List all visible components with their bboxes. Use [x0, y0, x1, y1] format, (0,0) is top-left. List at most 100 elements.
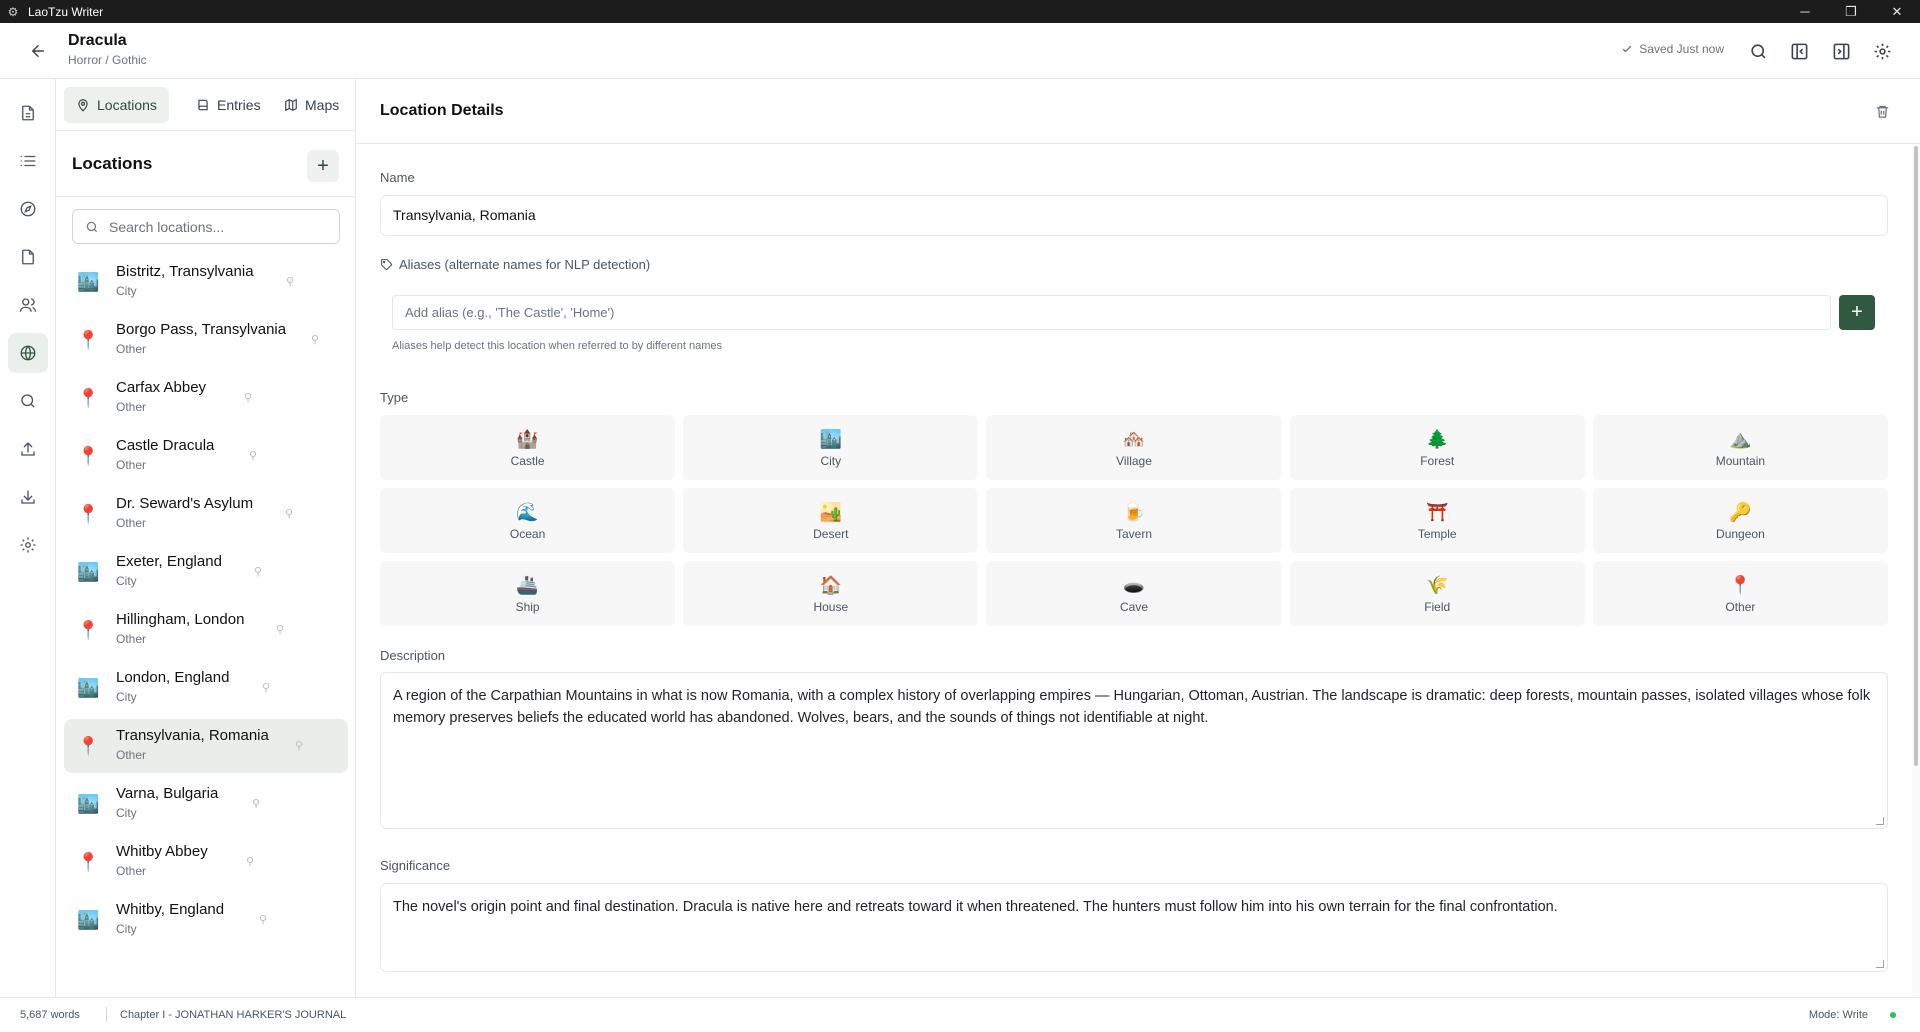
- type-label-text: House: [813, 599, 849, 614]
- pin-icon[interactable]: ⚲: [246, 855, 254, 868]
- location-item[interactable]: 📍 Borgo Pass, Transylvania Other ⚲: [64, 313, 348, 367]
- location-name: Whitby, England: [116, 901, 225, 918]
- pin-icon[interactable]: ⚲: [276, 623, 284, 636]
- location-item[interactable]: 📍 Whitby Abbey Other ⚲: [64, 835, 348, 889]
- type-option-tavern[interactable]: 🍺 Tavern: [986, 488, 1282, 553]
- type-option-cave[interactable]: 🕳️ Cave: [986, 561, 1282, 626]
- save-status: Saved Just now: [1621, 42, 1724, 56]
- tab-maps[interactable]: Maps: [272, 87, 351, 123]
- cave-icon: 🕳️: [1122, 574, 1146, 595]
- rail-users-icon[interactable]: [8, 285, 48, 325]
- aliases-label-text: Aliases (alternate names for NLP detecti…: [399, 257, 651, 272]
- location-item[interactable]: 📍 Castle Dracula Other ⚲: [64, 429, 348, 483]
- search-locations-input[interactable]: [109, 218, 329, 235]
- alias-input[interactable]: Add alias (e.g., 'The Castle', 'Home'): [392, 295, 1831, 330]
- document-title: Dracula: [68, 32, 127, 49]
- location-item[interactable]: 🏙️ Varna, Bulgaria City ⚲: [64, 777, 348, 831]
- settings-icon[interactable]: [1870, 39, 1894, 63]
- location-name: Dr. Seward's Asylum: [116, 495, 254, 512]
- rail-upload-icon[interactable]: [8, 429, 48, 469]
- pin-icon[interactable]: ⚲: [286, 275, 294, 288]
- document-genre: Horror / Gothic: [68, 53, 147, 67]
- current-chapter[interactable]: Chapter I - JONATHAN HARKER'S JOURNAL: [120, 1009, 346, 1021]
- pin-icon[interactable]: ⚲: [244, 391, 252, 404]
- forest-icon: 🌲: [1425, 428, 1449, 449]
- rail-globe-icon[interactable]: [8, 333, 48, 373]
- rail-document-icon[interactable]: [8, 93, 48, 133]
- location-item[interactable]: 🏙️ Exeter, England City ⚲: [64, 545, 348, 599]
- map-pin-icon: [78, 99, 88, 112]
- pin-icon[interactable]: ⚲: [285, 507, 293, 520]
- location-details-pane: Location Details Name Transylvania, Roma…: [356, 79, 1920, 997]
- type-option-temple[interactable]: ⛩️ Temple: [1289, 488, 1585, 553]
- back-arrow-icon[interactable]: [26, 39, 50, 63]
- location-type: Other: [116, 748, 147, 762]
- location-item[interactable]: 🏙️ Bistritz, Transylvania City ⚲: [64, 255, 348, 309]
- restore-icon[interactable]: ❐: [1828, 0, 1874, 23]
- type-option-village[interactable]: 🏘️ Village: [986, 415, 1282, 480]
- type-option-field[interactable]: 🌾 Field: [1289, 561, 1585, 626]
- type-label-text: Forest: [1420, 453, 1455, 468]
- pin-icon[interactable]: ⚲: [259, 913, 267, 926]
- house-icon: 🏠: [819, 574, 842, 595]
- type-label-text: Field: [1424, 599, 1451, 614]
- pin-icon[interactable]: ⚲: [252, 797, 260, 810]
- name-input[interactable]: Transylvania, Romania: [380, 195, 1888, 236]
- map-pin-icon: 📍: [77, 736, 100, 756]
- type-option-other[interactable]: 📍 Other: [1592, 561, 1888, 626]
- location-item[interactable]: 🏙️ London, England City ⚲: [64, 661, 348, 715]
- search-icon[interactable]: [1746, 39, 1770, 63]
- type-option-castle[interactable]: 🏰 Castle: [380, 415, 676, 480]
- rail-download-icon[interactable]: [8, 477, 48, 517]
- type-option-ocean[interactable]: 🌊 Ocean: [380, 488, 676, 553]
- location-type: City: [116, 284, 137, 298]
- pin-icon[interactable]: ⚲: [254, 565, 262, 578]
- rail-compass-icon[interactable]: [8, 189, 48, 229]
- dungeon-key-icon: 🔑: [1729, 501, 1752, 522]
- details-scrollbar[interactable]: [1912, 144, 1920, 997]
- type-option-forest[interactable]: 🌲 Forest: [1289, 415, 1585, 480]
- pin-icon[interactable]: ⚲: [295, 739, 303, 752]
- city-icon: 🏙️: [77, 562, 100, 582]
- type-option-ship[interactable]: 🚢 Ship: [380, 561, 676, 626]
- type-option-desert[interactable]: 🏜️ Desert: [683, 488, 979, 553]
- significance-textarea[interactable]: The novel's origin point and final desti…: [380, 883, 1888, 972]
- pin-icon[interactable]: ⚲: [311, 333, 319, 346]
- rail-list-icon[interactable]: [8, 141, 48, 181]
- resize-handle-icon[interactable]: [1876, 817, 1884, 825]
- description-label: Description: [380, 648, 446, 663]
- type-label-text: Temple: [1417, 526, 1457, 541]
- collapse-left-panel-icon[interactable]: [1787, 39, 1811, 63]
- type-option-mountain[interactable]: ⛰️ Mountain: [1592, 415, 1888, 480]
- minimize-icon[interactable]: ─: [1782, 0, 1828, 23]
- rail-settings-icon[interactable]: [8, 525, 48, 565]
- location-item[interactable]: 📍 Carfax Abbey Other ⚲: [64, 371, 348, 425]
- window-controls: ─ ❐ ✕: [1782, 0, 1920, 23]
- type-option-city[interactable]: 🏙️ City: [683, 415, 979, 480]
- collapse-right-panel-icon[interactable]: [1829, 39, 1853, 63]
- location-item[interactable]: 📍 Dr. Seward's Asylum Other ⚲: [64, 487, 348, 541]
- location-item[interactable]: 🏙️ Whitby, England City ⚲: [64, 893, 348, 947]
- add-location-button[interactable]: +: [307, 150, 339, 182]
- location-name: Castle Dracula: [116, 437, 215, 454]
- description-textarea[interactable]: A region of the Carpathian Mountains in …: [380, 672, 1888, 829]
- type-option-house[interactable]: 🏠 House: [683, 561, 979, 626]
- location-name: Whitby Abbey: [116, 843, 208, 860]
- tab-locations[interactable]: Locations: [64, 87, 169, 123]
- tab-entries[interactable]: Entries: [184, 87, 273, 123]
- pin-icon[interactable]: ⚲: [249, 449, 257, 462]
- editor-mode[interactable]: Mode: Write: [1809, 1009, 1868, 1021]
- scrollbar-thumb[interactable]: [1914, 146, 1918, 766]
- pin-icon[interactable]: ⚲: [262, 681, 270, 694]
- rail-file-icon[interactable]: [8, 237, 48, 277]
- rail-search-icon[interactable]: [8, 381, 48, 421]
- location-item[interactable]: 📍 Hillingham, London Other ⚲: [64, 603, 348, 657]
- type-option-dungeon[interactable]: 🔑 Dungeon: [1592, 488, 1888, 553]
- location-item-selected[interactable]: 📍 Transylvania, Romania Other ⚲: [64, 719, 348, 773]
- trash-icon[interactable]: [1872, 101, 1892, 121]
- tab-label: Entries: [217, 97, 261, 113]
- city-icon: 🏙️: [77, 910, 100, 930]
- resize-handle-icon[interactable]: [1876, 960, 1884, 968]
- close-icon[interactable]: ✕: [1874, 0, 1920, 23]
- add-alias-button[interactable]: +: [1839, 295, 1875, 330]
